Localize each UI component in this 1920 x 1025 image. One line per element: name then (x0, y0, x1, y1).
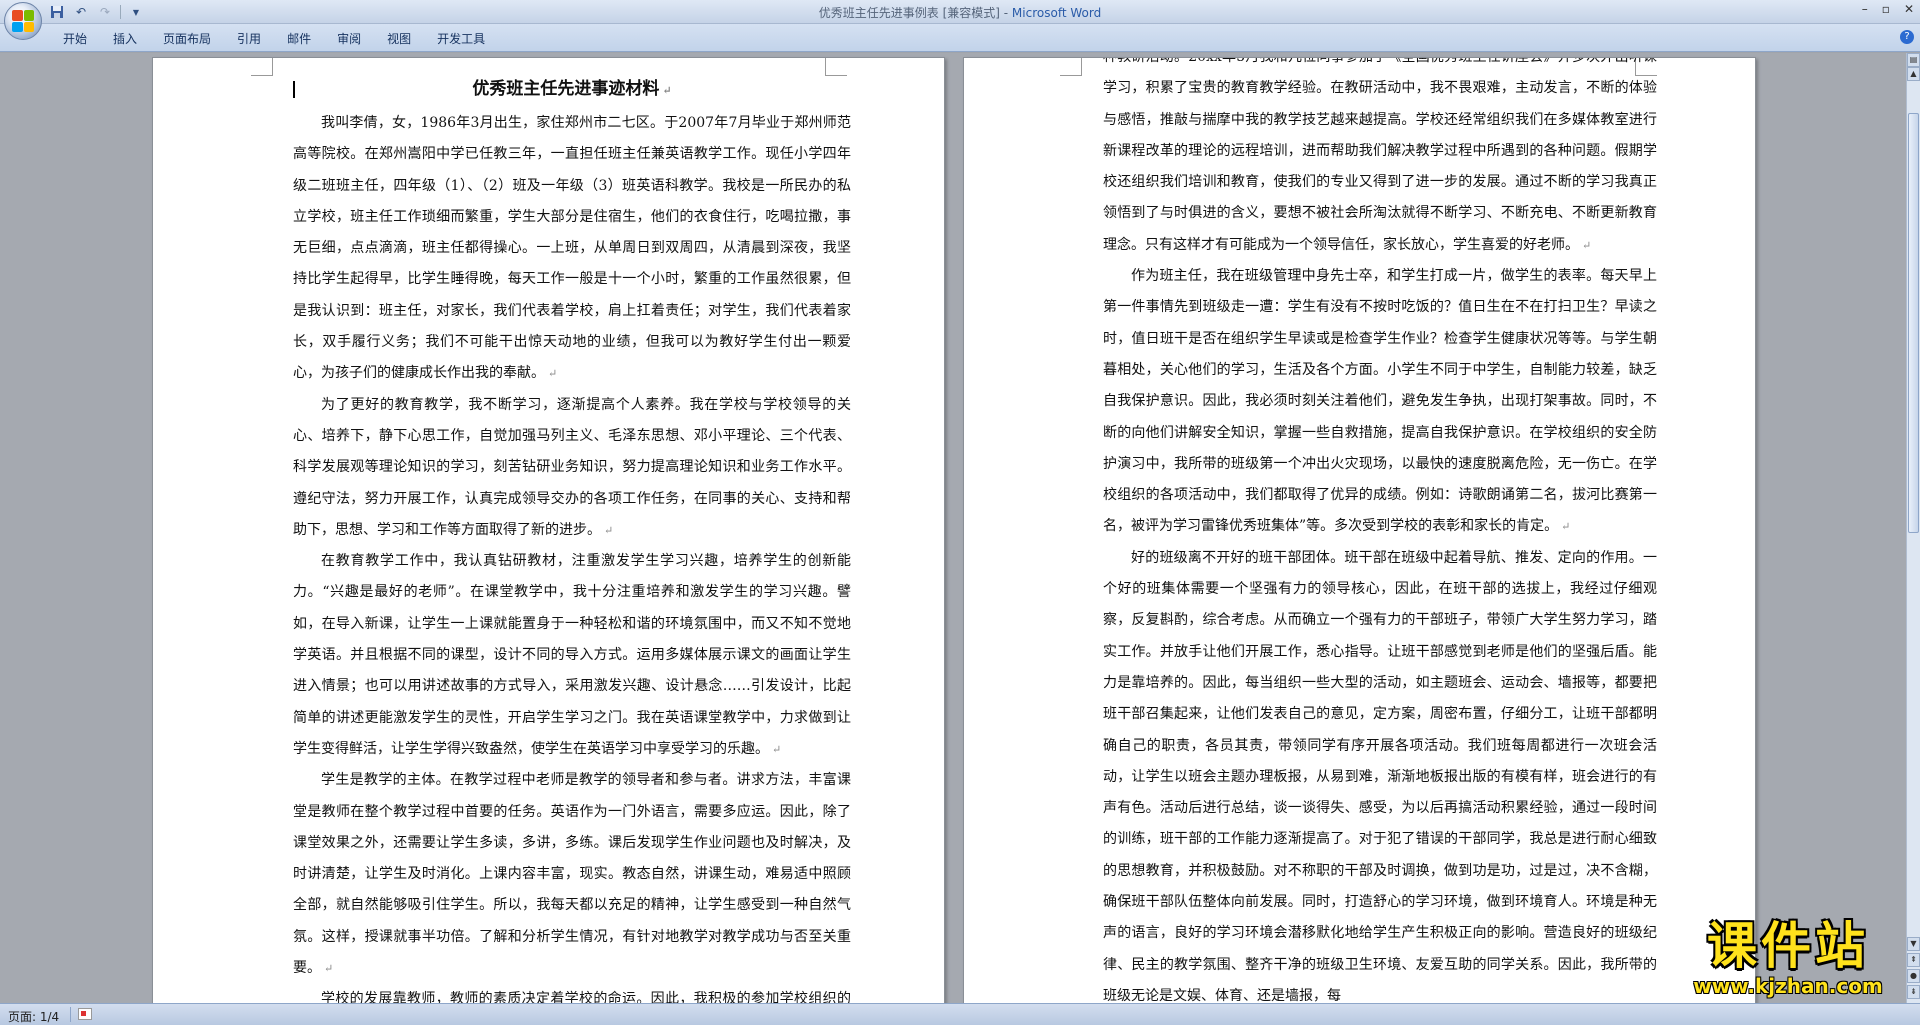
tab-home[interactable]: 开始 (50, 30, 100, 48)
page-2: 种教研活动。20xx年5月我和几位同事参加了《全国优秀班主任讲座会》并多次外出听… (963, 57, 1756, 1003)
tab-view[interactable]: 视图 (374, 30, 424, 48)
text-cursor (293, 81, 295, 98)
paragraph-mark-icon: ↵ (604, 523, 614, 537)
ribbon-tab-bar: 开始 插入 页面布局 引用 邮件 审阅 视图 开发工具 ? (0, 24, 1920, 52)
paragraph-mark-icon: ↵ (1582, 238, 1592, 252)
tab-mailings[interactable]: 邮件 (274, 30, 324, 48)
next-page-icon[interactable]: ⇟ (1907, 985, 1920, 999)
window-title: 优秀班主任先进事例表 [兼容模式] - Microsoft Word (0, 4, 1920, 21)
paragraph-text: 作为班主任，我在班级管理中身先士卒，和学生打成一片，做学生的表率。每天早上第一件… (1103, 268, 1657, 535)
paragraph: 在教育教学工作中，我认真钻研教材，注重激发学生学习兴趣，培养学生的创新能力。“兴… (293, 546, 851, 765)
tab-developer[interactable]: 开发工具 (424, 30, 498, 48)
paragraph: 好的班级离不开好的班干部团体。班干部在班级中起着导航、推发、定向的作用。一个好的… (1103, 543, 1657, 1003)
paragraph-mark-icon: ↵ (1561, 520, 1571, 534)
paragraph-mark-icon: ↵ (324, 962, 334, 976)
document-title-text: 优秀班主任先进事迹材料 (472, 79, 660, 99)
scroll-up-icon[interactable]: ▲ (1907, 67, 1920, 81)
tab-page-layout[interactable]: 页面布局 (150, 30, 224, 48)
page-1: 优秀班主任先进事迹材料 ↵ 我叫李倩，女，1986年3月出生，家住郑州市二七区。于… (152, 57, 945, 1003)
scrollbar-thumb[interactable] (1908, 113, 1919, 533)
tab-review[interactable]: 审阅 (324, 30, 374, 48)
paragraph-text: 在教育教学工作中，我认真钻研教材，注重激发学生学习兴趣，培养学生的创新能力。“兴… (293, 553, 851, 757)
document-title: 优秀班主任先进事迹材料 ↵ (293, 74, 851, 106)
scroll-down-icon[interactable]: ▼ (1907, 937, 1920, 951)
paragraph-text: 为了更好的教育教学，我不断学习，逐渐提高个人素养。我在学校与学校领导的关心、培养… (293, 396, 851, 538)
status-separator (70, 1007, 71, 1022)
vertical-scrollbar[interactable]: ▤ ▲ ▼ ⇞ ● ⇟ (1906, 53, 1920, 1003)
title-bar: ↶ ↷ ▼ 优秀班主任先进事例表 [兼容模式] - Microsoft Word… (0, 0, 1920, 24)
paragraph-mark-icon: ↵ (662, 84, 672, 97)
paragraph-text: 学生是教学的主体。在教学过程中老师是教学的领导者和参与者。讲求方法，丰富课堂是教… (293, 772, 851, 977)
maximize-icon[interactable]: ▫ (1882, 2, 1890, 16)
ribbon-tabs: 开始 插入 页面布局 引用 邮件 审阅 视图 开发工具 (50, 30, 498, 48)
watermark-title: 课件站 (1707, 917, 1869, 975)
help-icon[interactable]: ? (1900, 30, 1914, 44)
paragraph-mark-icon: ↵ (772, 742, 782, 756)
paragraph: 我叫李倩，女，1986年3月出生，家住郑州市二七区。于2007年7月毕业于郑州师… (293, 108, 851, 390)
page-2-text[interactable]: 种教研活动。20xx年5月我和几位同事参加了《全国优秀班主任讲座会》并多次外出听… (1103, 57, 1657, 1003)
paragraph-text: 学校的发展靠教师，教师的素质决定着学校的命运。因此，我积极的参加学校组织的各 (321, 991, 851, 1003)
margin-corner-mark (1060, 58, 1082, 76)
paragraph: 为了更好的教育教学，我不断学习，逐渐提高个人素养。我在学校与学校领导的关心、培养… (293, 390, 851, 546)
page-count[interactable]: 页面: 1/4 (8, 1008, 59, 1025)
paragraph: 学生是教学的主体。在教学过程中老师是教学的领导者和参与者。讲求方法，丰富课堂是教… (293, 765, 851, 984)
office-button[interactable] (4, 2, 42, 40)
paragraph-text: 种教研活动。20xx年5月我和几位同事参加了《全国优秀班主任讲座会》并多次外出听… (1103, 57, 1657, 253)
status-bar: 页面: 1/4 (0, 1003, 1920, 1025)
margin-corner-mark (251, 58, 273, 76)
paragraph-text: 好的班级离不开好的班干部团体。班干部在班级中起着导航、推发、定向的作用。一个好的… (1103, 549, 1657, 1003)
watermark: 课件站 www.kjzhan.com (1672, 918, 1904, 1006)
watermark-url: www.kjzhan.com (1693, 974, 1883, 998)
paragraph-mark-icon: ↵ (548, 367, 558, 381)
previous-page-icon[interactable]: ⇞ (1907, 953, 1920, 967)
close-icon[interactable]: ✕ (1904, 2, 1914, 16)
tab-insert[interactable]: 插入 (100, 30, 150, 48)
paragraph: 学校的发展靠教师，教师的素质决定着学校的命运。因此，我积极的参加学校组织的各 (293, 984, 851, 1003)
paragraph-text: 我叫李倩，女，1986年3月出生，家住郑州市二七区。于2007年7月毕业于郑州师… (293, 115, 851, 382)
paragraph: 种教研活动。20xx年5月我和几位同事参加了《全国优秀班主任讲座会》并多次外出听… (1103, 57, 1657, 261)
app-name: Microsoft Word (1011, 6, 1102, 20)
document-area: 优秀班主任先进事迹材料 ↵ 我叫李倩，女，1986年3月出生，家住郑州市二七区。于… (0, 53, 1906, 1003)
tab-references[interactable]: 引用 (224, 30, 274, 48)
document-name: 优秀班主任先进事例表 [兼容模式] - (818, 6, 1012, 20)
browse-object-icon[interactable]: ● (1907, 969, 1920, 983)
page-1-text[interactable]: 优秀班主任先进事迹材料 ↵ 我叫李倩，女，1986年3月出生，家住郑州市二七区。于… (293, 74, 851, 1003)
paragraph: 作为班主任，我在班级管理中身先士卒，和学生打成一片，做学生的表率。每天早上第一件… (1103, 261, 1657, 543)
window-controls: – ▫ ✕ (1862, 2, 1914, 16)
proofing-icon[interactable] (78, 1008, 92, 1020)
ruler-toggle-icon[interactable]: ▤ (1907, 53, 1920, 67)
minimize-icon[interactable]: – (1862, 2, 1868, 16)
office-logo-icon (12, 10, 34, 32)
